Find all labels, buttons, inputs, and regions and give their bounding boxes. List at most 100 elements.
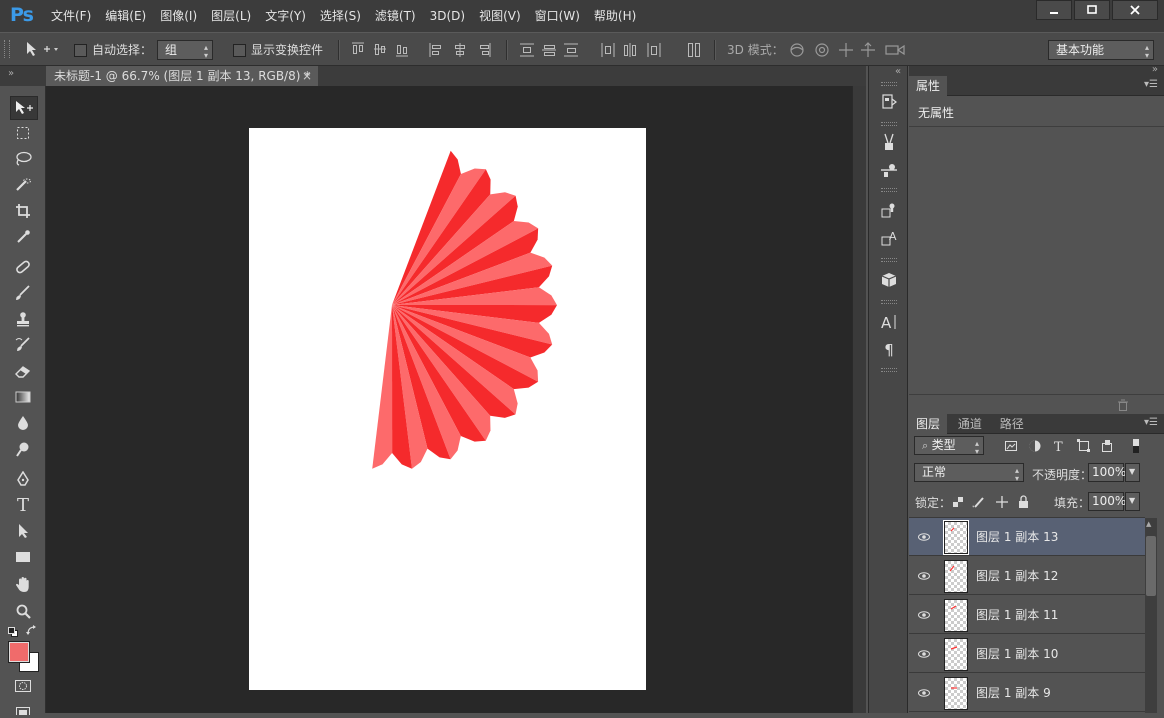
quick-mask-button[interactable] (14, 679, 32, 696)
panel-grip[interactable] (881, 368, 897, 372)
panel-menu-icon[interactable]: ▾☰ (1144, 79, 1158, 90)
tool-presets-button[interactable] (878, 160, 900, 180)
foreground-color-swatch[interactable] (9, 642, 29, 662)
healing-brush-tool[interactable] (10, 256, 36, 278)
hand-tool[interactable] (10, 574, 36, 596)
layer-row[interactable]: 图层 1 副本 11 (909, 596, 1145, 634)
layer-name[interactable]: 图层 1 副本 9 (976, 674, 1051, 712)
panel-menu-icon[interactable]: ▾☰ (1144, 417, 1158, 428)
screen-mode-button[interactable] (15, 704, 31, 718)
menu-type[interactable]: 文字(Y) (258, 0, 313, 32)
scrollbar-thumb[interactable] (1146, 536, 1156, 596)
quick-selection-tool[interactable] (10, 174, 36, 196)
layer-name[interactable]: 图层 1 副本 10 (976, 635, 1058, 673)
layer-row[interactable]: 图层 1 副本 13 (909, 518, 1145, 556)
history-panel-button[interactable] (878, 92, 900, 112)
panel-grip[interactable] (881, 122, 897, 126)
tab-properties[interactable]: 属性 (909, 76, 948, 96)
collapse-dock-icon[interactable]: « (895, 66, 901, 77)
collapse-toolbar-icon[interactable]: » (8, 68, 14, 79)
trash-icon[interactable] (1117, 399, 1129, 411)
workspace-switcher[interactable]: 基本功能 ▴ ▾ (1048, 40, 1154, 60)
menu-image[interactable]: 图像(I) (153, 0, 204, 32)
menu-3d[interactable]: 3D(D) (423, 0, 472, 32)
panel-grip[interactable] (881, 82, 897, 86)
layer-name[interactable]: 图层 1 副本 13 (976, 518, 1058, 556)
dodge-tool[interactable] (10, 438, 36, 460)
expand-dock-icon[interactable]: » (1152, 64, 1158, 75)
document-tab[interactable]: 未标题-1 @ 66.7% (图层 1 副本 13, RGB/8) * × (46, 66, 318, 86)
opacity-input[interactable]: 100% (1088, 463, 1126, 482)
menu-edit[interactable]: 编辑(E) (98, 0, 153, 32)
clone-stamp-tool[interactable] (10, 308, 36, 330)
blur-tool[interactable] (10, 412, 36, 434)
layer-row[interactable]: 图层 1 副本 12 (909, 557, 1145, 595)
visibility-eye-icon[interactable] (918, 609, 930, 621)
3d-panel-button[interactable] (878, 270, 900, 290)
lasso-tool[interactable] (10, 148, 36, 170)
default-colors-button[interactable] (7, 626, 19, 640)
swap-colors-button[interactable] (26, 625, 38, 640)
layer-row[interactable]: 图层 1 副本 9 (909, 674, 1145, 712)
brush-tool[interactable] (10, 282, 36, 304)
menu-help[interactable]: 帮助(H) (587, 0, 643, 32)
fill-input[interactable]: 100% (1088, 492, 1126, 511)
paragraph-panel-button[interactable]: ¶ (878, 340, 900, 360)
auto-select-dropdown[interactable]: 组 ▴ ▾ (157, 40, 213, 60)
rectangle-tool[interactable] (10, 546, 36, 568)
gradient-tool[interactable] (10, 386, 36, 408)
minimize-button[interactable] (1036, 0, 1072, 20)
tab-layers[interactable]: 图层 (909, 414, 948, 434)
layer-row[interactable]: 图层 1 副本 10 (909, 635, 1145, 673)
blend-mode-dropdown[interactable]: 正常 ▴ ▾ (914, 463, 1024, 483)
menu-layer[interactable]: 图层(L) (204, 0, 258, 32)
vertical-scrollbar[interactable] (852, 86, 866, 713)
panel-grip[interactable] (881, 188, 897, 192)
maximize-button[interactable] (1074, 0, 1110, 20)
layer-name[interactable]: 图层 1 副本 12 (976, 557, 1058, 595)
tools-panel: T (0, 86, 46, 717)
type-tool[interactable]: T (10, 494, 36, 516)
panel-grip[interactable] (881, 300, 897, 304)
layers-scrollbar[interactable] (1145, 518, 1157, 713)
menu-select[interactable]: 选择(S) (313, 0, 368, 32)
layer-filter-dropdown[interactable]: ⌕ 类型 ▴ ▾ (914, 436, 984, 456)
pen-tool[interactable] (10, 468, 36, 490)
menu-window[interactable]: 窗口(W) (528, 0, 587, 32)
window-controls (1034, 0, 1158, 20)
tab-channels[interactable]: 通道 (951, 414, 989, 434)
menu-view[interactable]: 视图(V) (472, 0, 528, 32)
layer-name[interactable]: 图层 1 副本 11 (976, 596, 1058, 634)
eraser-tool[interactable] (10, 360, 36, 382)
close-window-button[interactable] (1112, 0, 1158, 20)
path-selection-tool[interactable] (10, 520, 36, 542)
brush-presets-button[interactable] (878, 132, 900, 152)
visibility-eye-icon[interactable] (918, 570, 930, 582)
menu-filter[interactable]: 滤镜(T) (368, 0, 423, 32)
opacity-slider-button[interactable]: ▼ (1125, 463, 1140, 482)
options-grip[interactable] (4, 40, 10, 58)
zoom-tool[interactable] (10, 600, 36, 622)
close-tab-button[interactable]: × (302, 66, 312, 86)
visibility-eye-icon[interactable] (918, 531, 930, 543)
crop-tool[interactable] (10, 200, 36, 222)
menu-file[interactable]: 文件(F) (44, 0, 98, 32)
history-brush-tool[interactable] (10, 334, 36, 356)
character-styles-button[interactable]: A (878, 228, 900, 248)
move-tool-preset-picker[interactable] (24, 40, 60, 61)
show-transform-checkbox[interactable] (233, 44, 246, 57)
panel-grip[interactable] (881, 258, 897, 262)
show-transform-label: 显示变换控件 (251, 43, 324, 57)
visibility-eye-icon[interactable] (918, 648, 930, 660)
character-panel-button[interactable]: A (878, 312, 900, 332)
fill-slider-button[interactable]: ▼ (1125, 492, 1140, 511)
clone-source-button[interactable] (878, 200, 900, 220)
tab-paths[interactable]: 路径 (993, 414, 1031, 434)
eyedropper-tool[interactable] (10, 226, 36, 248)
scroll-up-arrow-icon[interactable]: ▲ (1146, 520, 1151, 528)
move-tool[interactable] (10, 96, 38, 120)
visibility-eye-icon[interactable] (918, 687, 930, 699)
auto-select-checkbox[interactable] (74, 44, 87, 57)
document-canvas[interactable] (249, 128, 646, 690)
marquee-tool[interactable] (10, 122, 36, 144)
